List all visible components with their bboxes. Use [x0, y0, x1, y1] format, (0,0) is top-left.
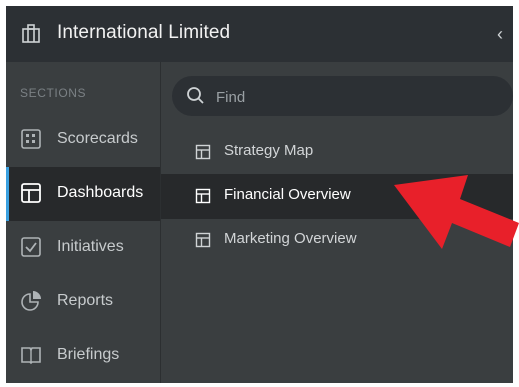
dashboard-item-label: Strategy Map [224, 142, 314, 159]
sidebar-item-scorecards[interactable]: Scorecards [6, 113, 160, 167]
sidebar-item-label: Dashboards [57, 184, 144, 201]
sidebar-item-dashboards[interactable]: Dashboards [6, 167, 160, 221]
sidebar-item-label: Briefings [57, 346, 120, 363]
scorecard-icon [21, 129, 41, 149]
sidebar-item-label: Initiatives [57, 238, 124, 255]
dashboard-icon [195, 232, 211, 248]
sections-label: SECTIONS [20, 86, 87, 100]
dashboard-item-strategy-map[interactable]: Strategy Map [161, 130, 513, 175]
pie-chart-icon [21, 291, 41, 311]
sidebar: SECTIONS Scorecards Dashboards Initiativ… [6, 62, 161, 383]
dashboard-item-label: Marketing Overview [224, 230, 357, 247]
sidebar-item-initiatives[interactable]: Initiatives [6, 221, 160, 275]
top-bar: International Limited ‹ [6, 6, 513, 62]
sidebar-item-reports[interactable]: Reports [6, 275, 160, 329]
checkbox-icon [21, 237, 41, 257]
search-bar[interactable] [172, 76, 513, 116]
dashboard-icon [195, 144, 211, 160]
org-name[interactable]: International Limited [57, 22, 230, 44]
sidebar-item-briefings[interactable]: Briefings [6, 329, 160, 383]
red-arrow-annotation [394, 175, 519, 249]
building-icon [22, 24, 40, 43]
sidebar-item-label: Scorecards [57, 130, 138, 147]
book-icon [21, 347, 41, 365]
sidebar-item-label: Reports [57, 292, 114, 309]
dashboard-icon [195, 188, 211, 204]
dashboard-icon [21, 183, 41, 203]
search-icon [187, 87, 204, 104]
search-input[interactable] [214, 84, 508, 110]
dashboard-item-label: Financial Overview [224, 186, 351, 203]
chevron-left-icon[interactable]: ‹ [491, 24, 509, 44]
